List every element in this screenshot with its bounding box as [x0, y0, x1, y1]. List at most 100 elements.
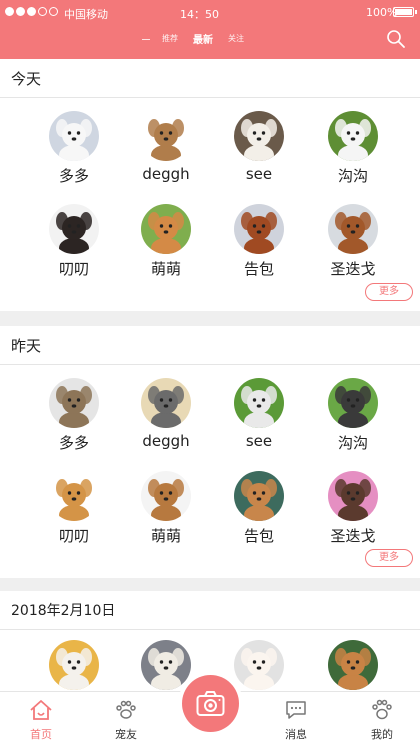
- nav-pet-friends[interactable]: 宠友: [96, 692, 156, 747]
- section-yesterday: 昨天 多多 deggh see 沟沟叨叨 萌萌 告包 圣迭戈 更多: [0, 326, 420, 578]
- pet-name: 多多: [58, 167, 89, 185]
- more-button[interactable]: 更多: [365, 283, 413, 301]
- pet-name: 萌萌: [150, 527, 181, 545]
- pet-name: see: [245, 432, 273, 450]
- more-button[interactable]: 更多: [365, 549, 413, 567]
- dog-photo: [49, 640, 99, 690]
- dog-photo: [141, 471, 191, 521]
- pet-name: 多多: [58, 434, 89, 452]
- section-title: 昨天: [11, 337, 42, 355]
- pet-item[interactable]: deggh: [126, 111, 206, 191]
- section-divider: [0, 364, 420, 365]
- pet-item[interactable]: 沟沟: [313, 111, 393, 191]
- paw-icon: [116, 700, 136, 719]
- pet-item[interactable]: see: [219, 378, 299, 458]
- pet-avatar[interactable]: [49, 204, 99, 254]
- pet-avatar[interactable]: [141, 204, 191, 254]
- pet-item[interactable]: 萌萌: [126, 471, 206, 551]
- dog-photo: [234, 471, 284, 521]
- section-divider: [0, 629, 420, 630]
- pet-name: 圣迭戈: [330, 260, 376, 278]
- pet-item[interactable]: 多多: [34, 111, 114, 191]
- pet-avatar[interactable]: [49, 471, 99, 521]
- pet-name: 圣迭戈: [330, 527, 376, 545]
- header-bar: 中国移动 14：50 100% 推荐 最新 关注: [0, 0, 420, 59]
- pet-avatar[interactable]: [234, 111, 284, 161]
- pet-item[interactable]: 叨叨: [34, 471, 114, 551]
- dog-photo: [141, 111, 191, 161]
- dog-photo: [234, 111, 284, 161]
- pet-name: 告包: [243, 260, 274, 278]
- pet-item[interactable]: see: [219, 111, 299, 191]
- nav-me[interactable]: 我的: [352, 692, 412, 747]
- dog-photo: [234, 640, 284, 690]
- section-today: 今天 多多 deggh see 沟沟叨叨 萌萌 告包 圣迭戈 更多: [0, 59, 420, 311]
- pet-avatar[interactable]: [328, 471, 378, 521]
- nav-label: 宠友: [115, 728, 137, 741]
- pet-avatar[interactable]: [49, 378, 99, 428]
- pet-avatar[interactable]: [234, 378, 284, 428]
- tab-recommend[interactable]: 推荐: [162, 33, 178, 44]
- pet-name: see: [245, 165, 273, 183]
- camera-button[interactable]: [182, 675, 239, 732]
- nav-messages[interactable]: 消息: [266, 692, 326, 747]
- pet-avatar[interactable]: [141, 378, 191, 428]
- nav-home[interactable]: 首页: [11, 692, 71, 747]
- pet-avatar[interactable]: [234, 204, 284, 254]
- pet-item[interactable]: 圣迭戈: [313, 204, 393, 284]
- pet-item[interactable]: 圣迭戈: [313, 471, 393, 551]
- dog-photo: [141, 204, 191, 254]
- pet-name: deggh: [142, 165, 190, 183]
- pet-item[interactable]: 萌萌: [126, 204, 206, 284]
- pet-avatar[interactable]: [234, 471, 284, 521]
- pet-name: 告包: [243, 527, 274, 545]
- dog-photo: [141, 378, 191, 428]
- pet-item[interactable]: 告包: [219, 471, 299, 551]
- pet-avatar[interactable]: [49, 640, 99, 690]
- pet-item[interactable]: 多多: [34, 378, 114, 458]
- chat-icon: [286, 701, 306, 719]
- camera-icon: [196, 691, 225, 716]
- pet-avatar[interactable]: [328, 204, 378, 254]
- pet-avatar[interactable]: [141, 111, 191, 161]
- pet-name: 叨叨: [58, 527, 89, 545]
- tab-latest[interactable]: 最新: [193, 31, 213, 46]
- pet-name: 叨叨: [58, 260, 89, 278]
- tab-following[interactable]: 关注: [228, 33, 244, 44]
- dog-photo: [49, 471, 99, 521]
- dog-photo: [328, 471, 378, 521]
- dog-photo: [234, 378, 284, 428]
- pet-avatar[interactable]: [234, 640, 284, 690]
- pet-item[interactable]: deggh: [126, 378, 206, 458]
- dog-photo: [49, 378, 99, 428]
- pet-item[interactable]: 告包: [219, 204, 299, 284]
- pet-avatar[interactable]: [49, 111, 99, 161]
- pet-avatar[interactable]: [141, 471, 191, 521]
- dog-photo: [234, 204, 284, 254]
- nav-label: 我的: [371, 728, 393, 741]
- search-icon[interactable]: [386, 29, 406, 49]
- carrier-label: 中国移动: [64, 8, 108, 21]
- section-title: 2018年2月10日: [11, 603, 116, 619]
- battery-icon: [393, 7, 417, 17]
- dog-photo: [141, 640, 191, 690]
- tab-divider: [142, 39, 150, 40]
- nav-label: 首页: [30, 728, 52, 741]
- dog-photo: [49, 111, 99, 161]
- pet-item[interactable]: 叨叨: [34, 204, 114, 284]
- signal-icon: [5, 7, 58, 16]
- status-bar: 中国移动 14：50 100%: [0, 0, 420, 24]
- dog-photo: [328, 204, 378, 254]
- pet-avatar[interactable]: [328, 111, 378, 161]
- pet-item[interactable]: 沟沟: [313, 378, 393, 458]
- pet-avatar[interactable]: [141, 640, 191, 690]
- pet-avatar[interactable]: [328, 640, 378, 690]
- nav-label: 消息: [285, 728, 307, 741]
- paw-profile-icon: [372, 699, 392, 720]
- pet-avatar[interactable]: [328, 378, 378, 428]
- pet-name: 沟沟: [337, 434, 368, 452]
- section-title: 今天: [11, 70, 42, 88]
- dog-photo: [328, 640, 378, 690]
- dog-photo: [49, 204, 99, 254]
- dog-photo: [328, 111, 378, 161]
